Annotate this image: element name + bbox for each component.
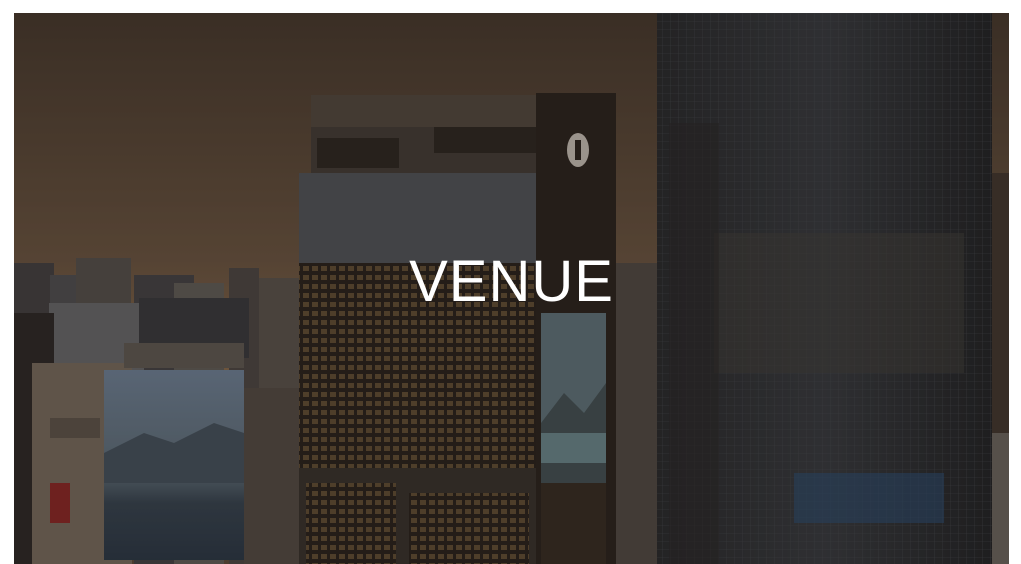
- venue-hero-section: VENUE: [14, 13, 1009, 564]
- page-title: VENUE: [409, 249, 614, 314]
